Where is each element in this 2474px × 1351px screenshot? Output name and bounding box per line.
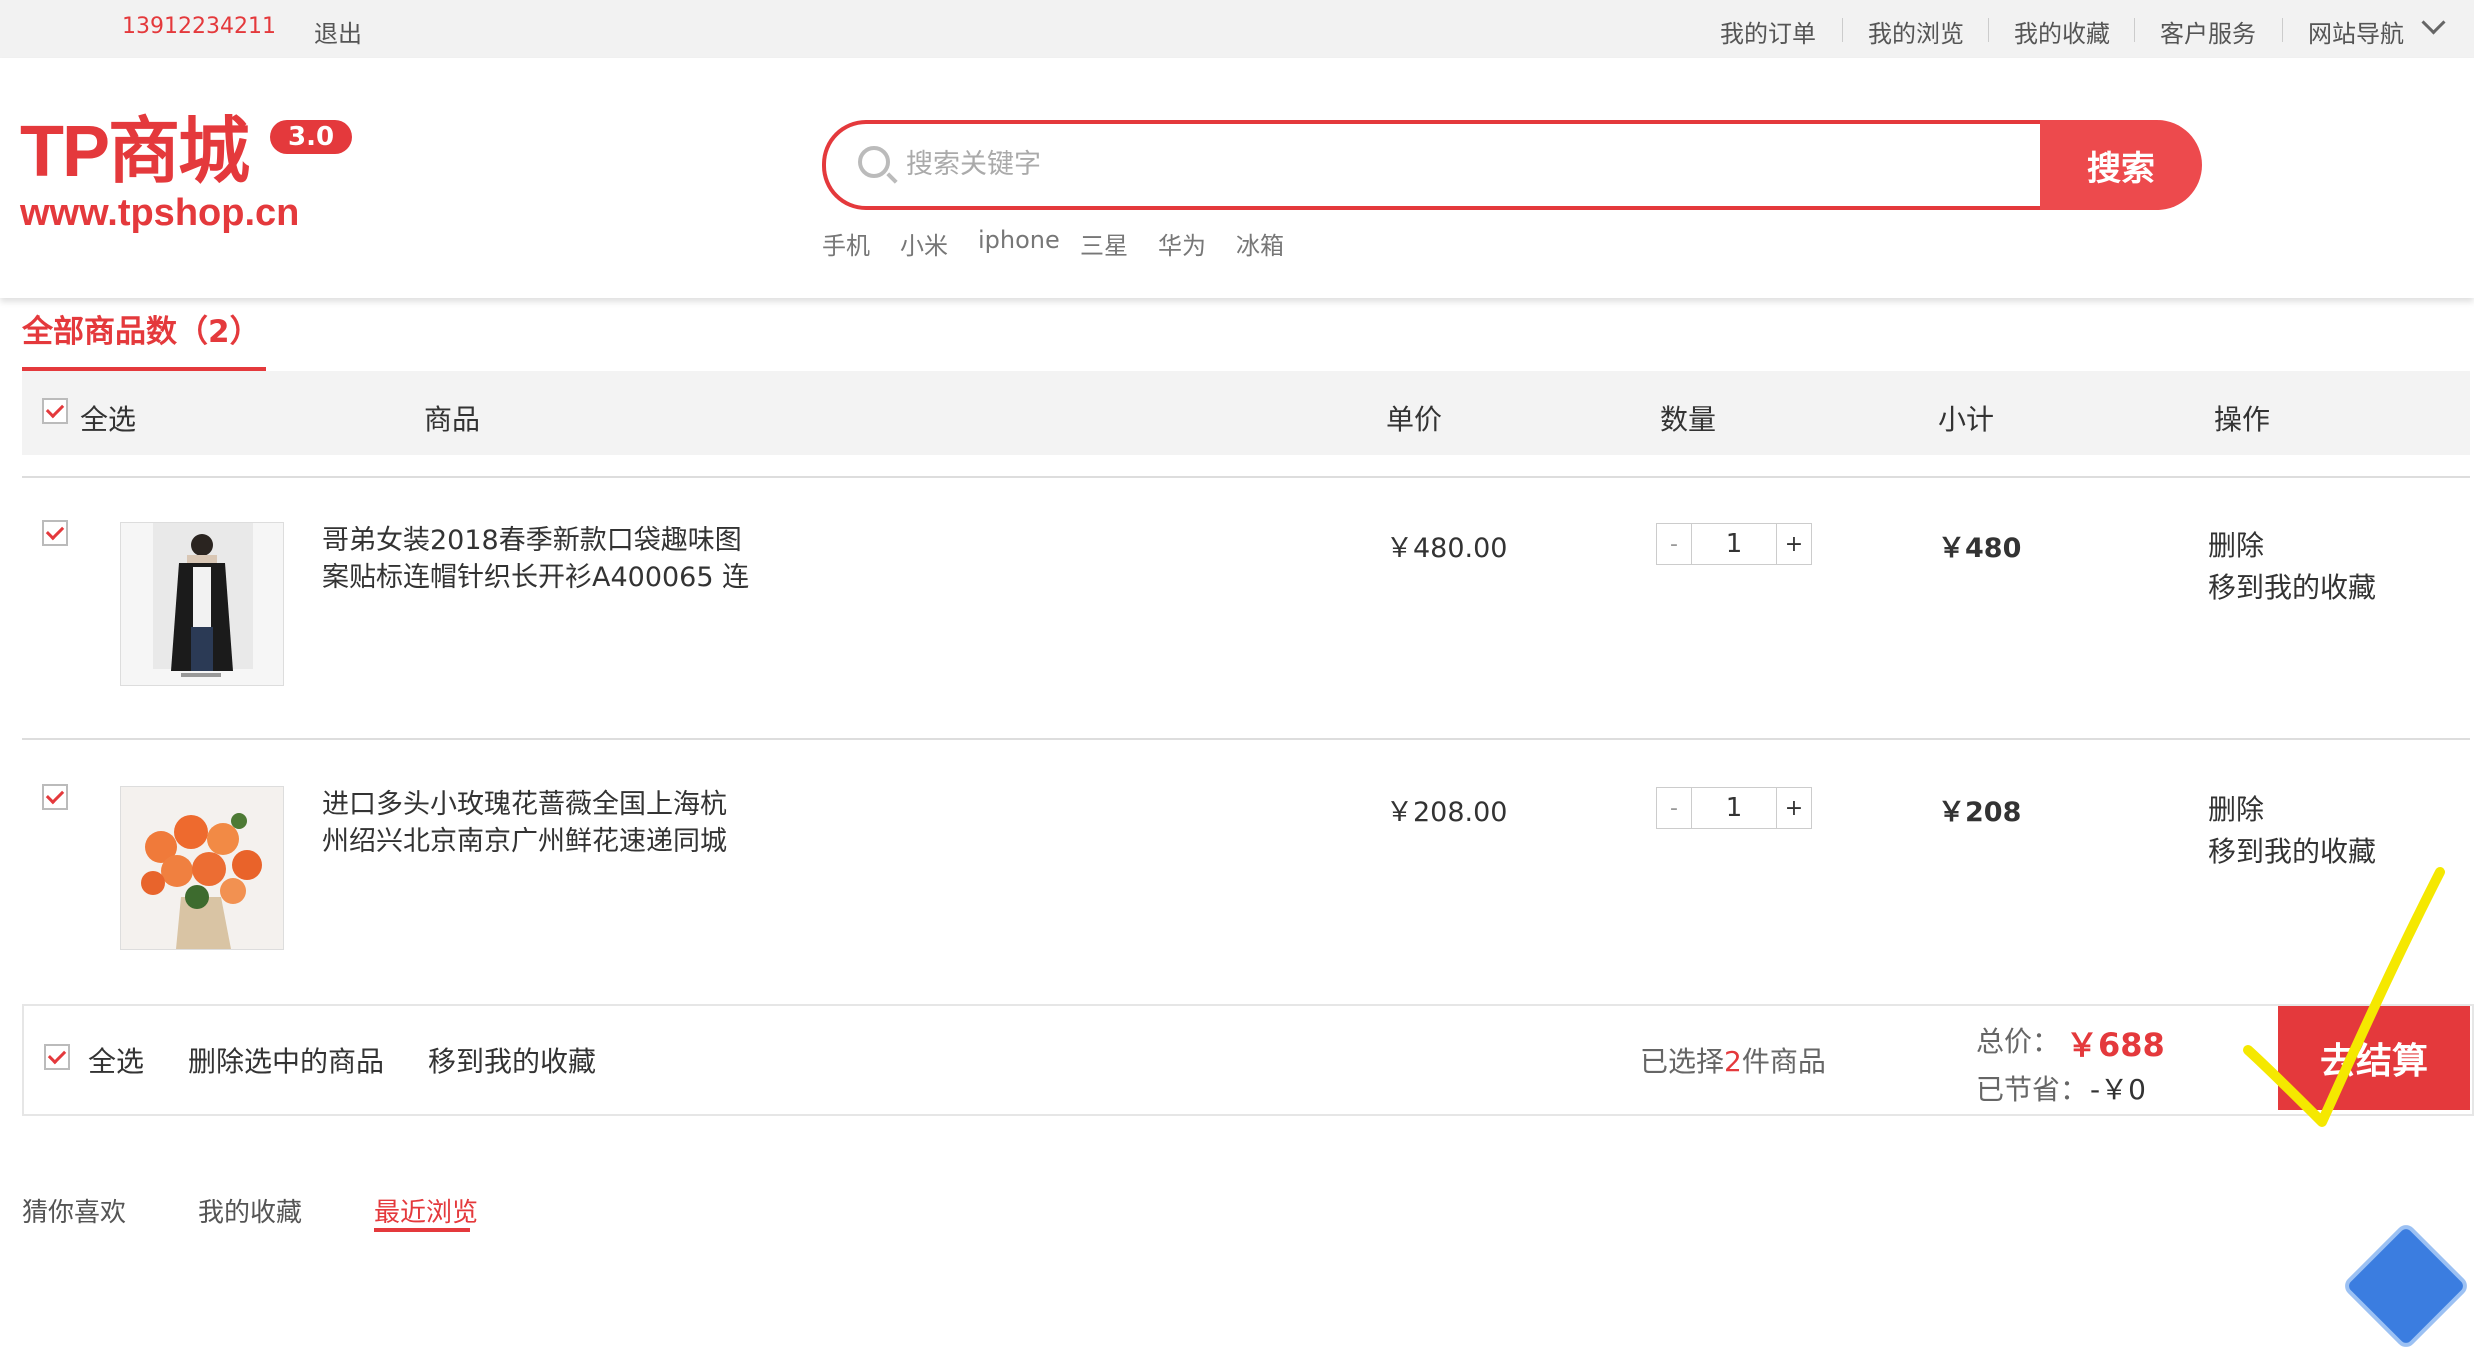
column-header-quantity: 数量 — [1660, 403, 1717, 436]
tab-recently-viewed[interactable]: 最近浏览 — [374, 1192, 478, 1229]
unit-price: ￥208.00 — [1386, 797, 1508, 828]
move-selected-to-favorites-link[interactable]: 移到我的收藏 — [428, 1040, 596, 1080]
decrease-quantity-button[interactable]: - — [1657, 788, 1691, 828]
nav-site-navigation[interactable]: 网站导航 — [2308, 14, 2404, 49]
saved-amount-label: 已节省： — [1976, 1073, 2089, 1106]
product-name[interactable]: 进口多头小玫瑰花蔷薇全国上海杭 州绍兴北京南京广州鲜花速递同城 — [322, 786, 792, 860]
logout-link[interactable]: 退出 — [314, 14, 362, 49]
item-checkbox[interactable] — [42, 784, 68, 810]
quantity-stepper: - 1 + — [1656, 523, 1812, 565]
column-header-subtotal: 小计 — [1938, 403, 1995, 436]
logo-text[interactable]: TP商城 — [20, 116, 250, 188]
delete-selected-link[interactable]: 删除选中的商品 — [188, 1040, 384, 1080]
select-all-label[interactable]: 全选 — [88, 1040, 144, 1080]
product-thumbnail[interactable] — [120, 786, 284, 950]
tab-guess-you-like[interactable]: 猜你喜欢 — [22, 1192, 126, 1229]
product-name-line: 进口多头小玫瑰花蔷薇全国上海杭 — [322, 789, 727, 820]
hot-word-link[interactable]: 小米 — [900, 226, 948, 261]
product-name-line: 州绍兴北京南京广州鲜花速递同城 — [322, 826, 727, 857]
select-all-checkbox[interactable] — [42, 398, 68, 424]
selected-count-number: 2 — [1724, 1045, 1742, 1078]
logo-url[interactable]: www.tpshop.cn — [20, 192, 299, 235]
unit-price: ￥480.00 — [1386, 533, 1508, 564]
item-checkbox[interactable] — [42, 520, 68, 546]
hot-word-link[interactable]: 冰箱 — [1236, 226, 1284, 261]
nav-my-orders[interactable]: 我的订单 — [1720, 14, 1816, 49]
decrease-quantity-button[interactable]: - — [1657, 524, 1691, 564]
hot-word-link[interactable]: 手机 — [822, 226, 870, 261]
nav-my-favorites[interactable]: 我的收藏 — [2014, 14, 2110, 49]
column-header-action: 操作 — [2214, 403, 2271, 436]
increase-quantity-button[interactable]: + — [1777, 788, 1811, 828]
item-subtotal: ￥480 — [1938, 533, 2022, 564]
cart-title-tab[interactable]: 全部商品数（2） — [22, 306, 261, 351]
nav-divider — [1988, 18, 1989, 42]
tab-my-favorites[interactable]: 我的收藏 — [198, 1192, 302, 1229]
check-mark-annotation — [2243, 867, 2445, 1127]
select-all-label[interactable]: 全选 — [80, 398, 136, 438]
hot-word-link[interactable]: 三星 — [1080, 226, 1128, 261]
row-divider — [22, 738, 2470, 740]
nav-divider — [2282, 18, 2283, 42]
product-thumbnail[interactable] — [120, 522, 284, 686]
table-header — [22, 371, 2470, 455]
quantity-stepper: - 1 + — [1656, 787, 1812, 829]
nav-customer-service[interactable]: 客户服务 — [2160, 14, 2256, 49]
nav-divider — [1842, 18, 1843, 42]
divider — [22, 476, 2470, 478]
delete-item-link[interactable]: 删除 — [2208, 788, 2264, 828]
nav-my-history[interactable]: 我的浏览 — [1868, 14, 1964, 49]
product-name-line: 哥弟女装2018春季新款口袋趣味图 — [322, 525, 742, 556]
search-button[interactable]: 搜索 — [2040, 120, 2202, 210]
search-icon — [858, 146, 890, 178]
delete-item-link[interactable]: 删除 — [2208, 524, 2264, 564]
search-input[interactable] — [904, 130, 2028, 198]
product-name[interactable]: 哥弟女装2018春季新款口袋趣味图 案贴标连帽针织长开衫A400065 连 — [322, 522, 792, 596]
selected-prefix: 已选择 — [1640, 1045, 1725, 1078]
nav-divider — [2134, 18, 2135, 42]
roses-image — [121, 787, 283, 949]
increase-quantity-button[interactable]: + — [1777, 524, 1811, 564]
logo-version-badge: 3.0 — [270, 120, 353, 154]
select-all-checkbox[interactable] — [44, 1044, 70, 1070]
column-header-product: 商品 — [424, 403, 481, 436]
quantity-input[interactable]: 1 — [1691, 788, 1777, 828]
back-to-top-icon[interactable] — [2340, 1220, 2472, 1351]
cardigan-image — [121, 523, 283, 685]
saved-amount-value: -￥0 — [2090, 1073, 2146, 1106]
quantity-input[interactable]: 1 — [1691, 524, 1777, 564]
selected-suffix: 件商品 — [1741, 1045, 1826, 1078]
move-to-favorites-link[interactable]: 移到我的收藏 — [2208, 566, 2376, 606]
tab-underline — [374, 1228, 470, 1232]
item-subtotal: ￥208 — [1938, 797, 2022, 828]
product-name-line: 案贴标连帽针织长开衫A400065 连 — [322, 562, 750, 593]
column-header-unit-price: 单价 — [1386, 403, 1443, 436]
hot-word-link[interactable]: 华为 — [1158, 226, 1206, 261]
hot-word-link[interactable]: iphone — [978, 226, 1060, 254]
selected-count-text: 已选择2件商品 — [1640, 1040, 1826, 1080]
total-price-label: 总价： — [1976, 1025, 2061, 1058]
user-phone-link[interactable]: 13912234211 — [122, 14, 276, 39]
total-price-value: ￥688 — [2066, 1026, 2165, 1064]
